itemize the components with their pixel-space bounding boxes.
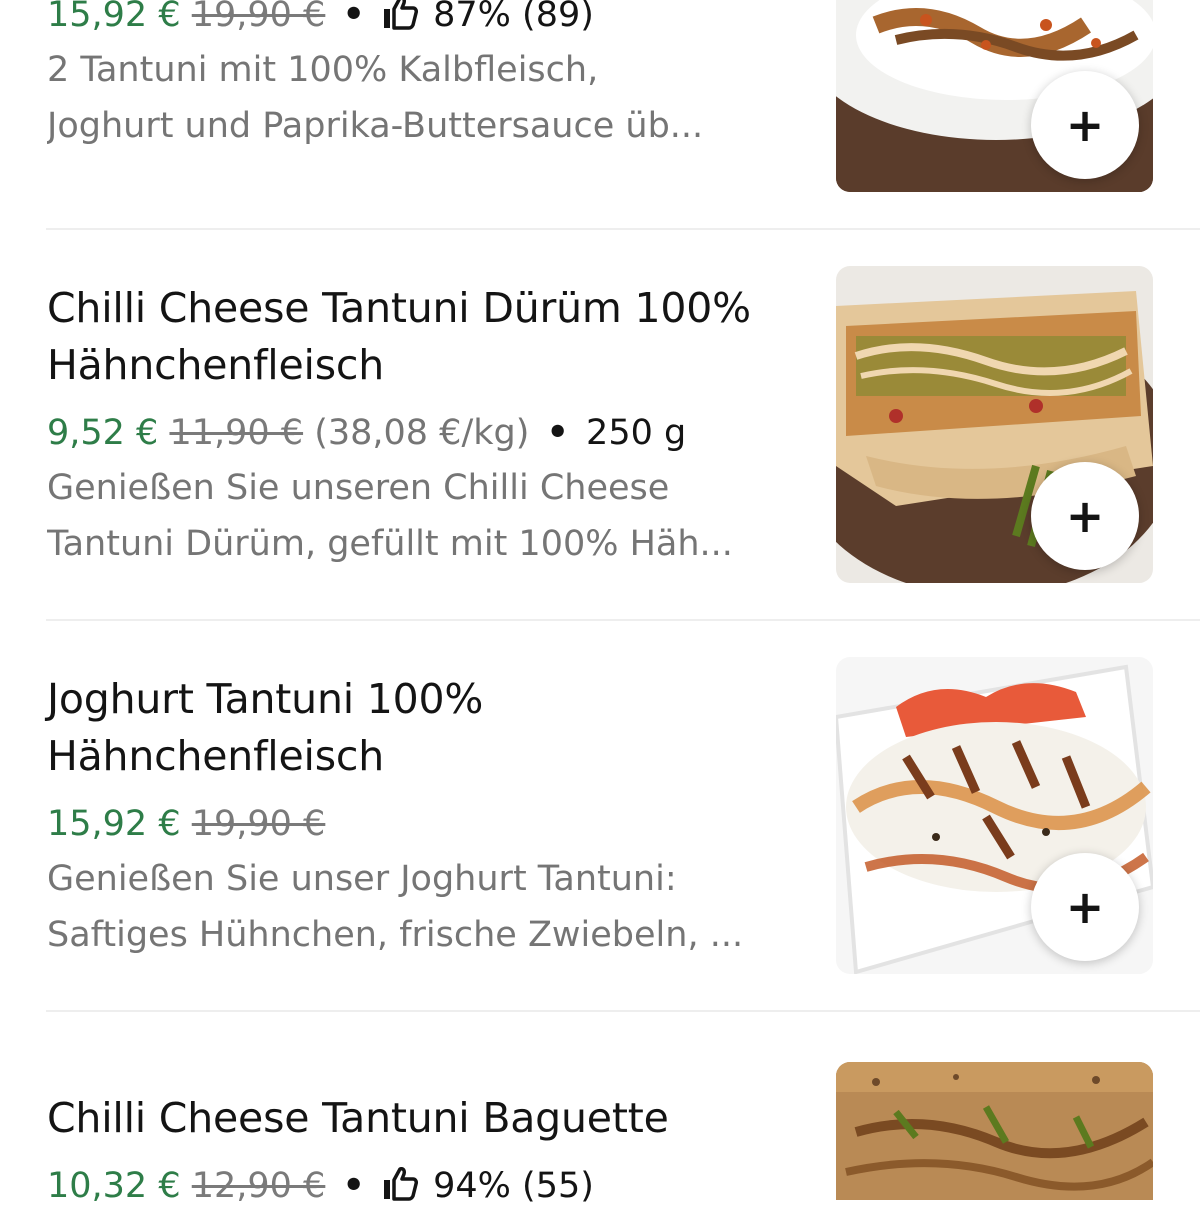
item-4-photo[interactable]: [836, 1062, 1153, 1200]
item-4-old-price: 12,90 €: [191, 1166, 326, 1206]
item-3-old-price: 19,90 €: [191, 804, 326, 844]
item-2-add-button[interactable]: +: [1031, 462, 1139, 570]
item-3-add-button[interactable]: +: [1031, 853, 1139, 961]
divider: [46, 228, 1200, 230]
item-3-price: 15,92 €: [47, 804, 181, 844]
item-2-meta: 9,52 € 11,90 € (38,08 €/kg) • 250 g: [47, 413, 817, 453]
item-2-old-price: 11,90 €: [169, 413, 304, 453]
item-1-meta: 15,92 € 19,90 € • 87% (89): [47, 0, 817, 35]
plus-icon: +: [1065, 489, 1105, 543]
item-1-description: 2 Tantuni mit 100% Kalbfleisch, Joghurt …: [47, 42, 782, 154]
item-1-old-price: 19,90 €: [191, 0, 326, 35]
plus-icon: +: [1065, 98, 1105, 152]
item-2-title[interactable]: Chilli Cheese Tantuni Dürüm 100% Hähnche…: [47, 280, 807, 394]
item-3-description: Genießen Sie unser Joghurt Tantuni: Saft…: [47, 851, 782, 963]
divider: [46, 1010, 1200, 1012]
item-2-desc-line2: Tantuni Dürüm, gefüllt mit 100% Häh...: [47, 524, 733, 564]
item-1-desc-line1: 2 Tantuni mit 100% Kalbfleisch,: [47, 50, 599, 90]
separator-dot: •: [342, 0, 365, 35]
item-1-rating: 87% (89): [433, 0, 594, 35]
item-4-price: 10,32 €: [47, 1166, 181, 1206]
separator-dot: •: [546, 413, 569, 453]
item-2-desc-line1: Genießen Sie unseren Chilli Cheese: [47, 468, 670, 508]
item-2-unit-price: (38,08 €/kg): [314, 413, 530, 453]
thumbs-up-icon: [383, 1167, 418, 1201]
item-3-desc-line2: Saftiges Hühnchen, frische Zwiebeln, ...: [47, 915, 744, 955]
item-4-meta: 10,32 € 12,90 € • 94% (55): [47, 1166, 817, 1206]
thumbs-up-icon: [383, 0, 418, 30]
item-3-meta: 15,92 € 19,90 €: [47, 804, 817, 844]
item-4-rating: 94% (55): [433, 1166, 594, 1206]
item-4-title[interactable]: Chilli Cheese Tantuni Baguette: [47, 1090, 807, 1147]
separator-dot: •: [342, 1166, 365, 1206]
item-2-description: Genießen Sie unseren Chilli Cheese Tantu…: [47, 460, 782, 572]
item-2-weight: 250 g: [586, 413, 687, 453]
item-1-price: 15,92 €: [47, 0, 181, 35]
food-image: [836, 1062, 1153, 1200]
item-2-price: 9,52 €: [47, 413, 159, 453]
item-1-desc-line2: Joghurt und Paprika-Buttersauce üb...: [47, 106, 704, 146]
item-1-add-button[interactable]: +: [1031, 71, 1139, 179]
divider: [46, 619, 1200, 621]
item-3-title[interactable]: Joghurt Tantuni 100% Hähnchenfleisch: [47, 671, 807, 785]
item-3-desc-line1: Genießen Sie unser Joghurt Tantuni:: [47, 859, 677, 899]
plus-icon: +: [1065, 880, 1105, 934]
